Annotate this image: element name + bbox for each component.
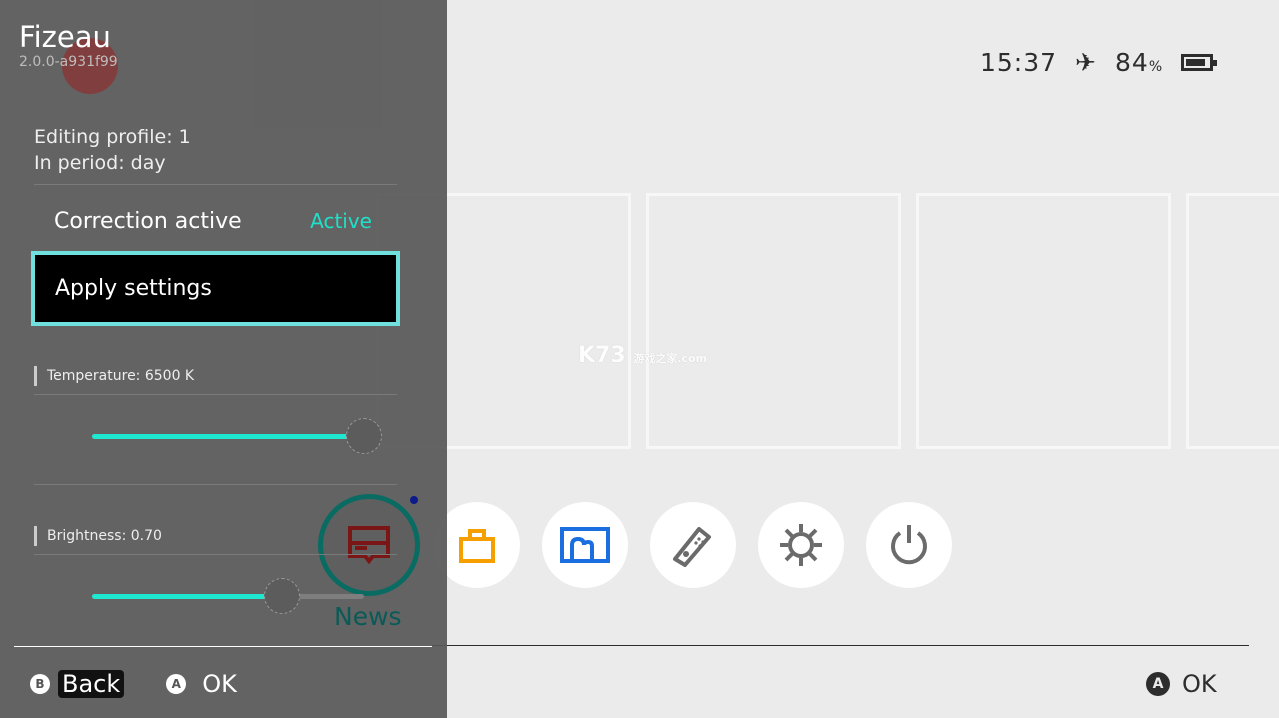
- correction-value: Active: [310, 209, 372, 233]
- gear-icon: [780, 524, 822, 566]
- news-icon: [348, 526, 390, 565]
- brightness-slider-handle[interactable]: [264, 578, 301, 614]
- watermark: K73 游戏之家.com: [578, 343, 708, 368]
- period: In period: day: [34, 152, 166, 174]
- settings-button[interactable]: [758, 502, 844, 588]
- joycon-icon: [673, 527, 711, 567]
- divider: [34, 554, 397, 555]
- divider: [34, 484, 397, 485]
- a-button-icon: A: [166, 674, 187, 694]
- notification-dot: [410, 496, 418, 504]
- footer-hints: B Back A OK: [30, 670, 237, 698]
- profile-info: Editing profile: 1 In period: day: [34, 124, 191, 176]
- power-icon: [891, 525, 927, 565]
- fizeau-overlay: Fizeau 2.0.0-a931f99 Editing profile: 1 …: [0, 0, 447, 718]
- editing-profile: Editing profile: 1: [34, 126, 191, 148]
- battery-percent: 84%: [1115, 48, 1164, 77]
- brightness-slider[interactable]: [92, 594, 364, 599]
- version: 2.0.0-a931f99: [19, 54, 118, 70]
- controllers-button[interactable]: [650, 502, 736, 588]
- album-icon: [560, 527, 610, 563]
- back-button[interactable]: Back: [58, 670, 125, 698]
- ok-label: OK: [1182, 670, 1217, 698]
- status-bar: 15:37 ✈ 84%: [980, 48, 1218, 77]
- divider: [34, 394, 397, 395]
- game-tile[interactable]: [646, 193, 901, 449]
- divider: [34, 184, 397, 185]
- apply-settings-button[interactable]: Apply settings: [31, 251, 400, 326]
- divider: [14, 646, 432, 647]
- b-button-icon: B: [30, 674, 50, 694]
- battery-icon: [1181, 54, 1218, 71]
- correction-label: Correction active: [54, 208, 242, 234]
- divider: [432, 645, 1249, 646]
- shopping-bag-icon: [459, 529, 495, 563]
- ok-hint[interactable]: A OK: [1146, 670, 1217, 698]
- album-button[interactable]: [542, 502, 628, 588]
- correction-toggle[interactable]: Correction active Active: [34, 199, 397, 243]
- news-label: News: [334, 602, 402, 631]
- ok-button[interactable]: OK: [202, 670, 237, 698]
- game-tile[interactable]: [1186, 193, 1279, 449]
- brightness-label: Brightness: 0.70: [34, 526, 162, 546]
- clock: 15:37: [980, 48, 1058, 77]
- news-button[interactable]: [318, 494, 420, 596]
- temperature-slider-handle[interactable]: [346, 418, 382, 454]
- temperature-slider[interactable]: [92, 434, 364, 439]
- overlay-title: Fizeau: [19, 20, 111, 54]
- power-button[interactable]: [866, 502, 952, 588]
- game-tile[interactable]: [916, 193, 1171, 449]
- airplane-icon: ✈: [1075, 48, 1097, 77]
- a-button-icon: A: [1146, 672, 1170, 696]
- temperature-label: Temperature: 6500 K: [34, 366, 194, 386]
